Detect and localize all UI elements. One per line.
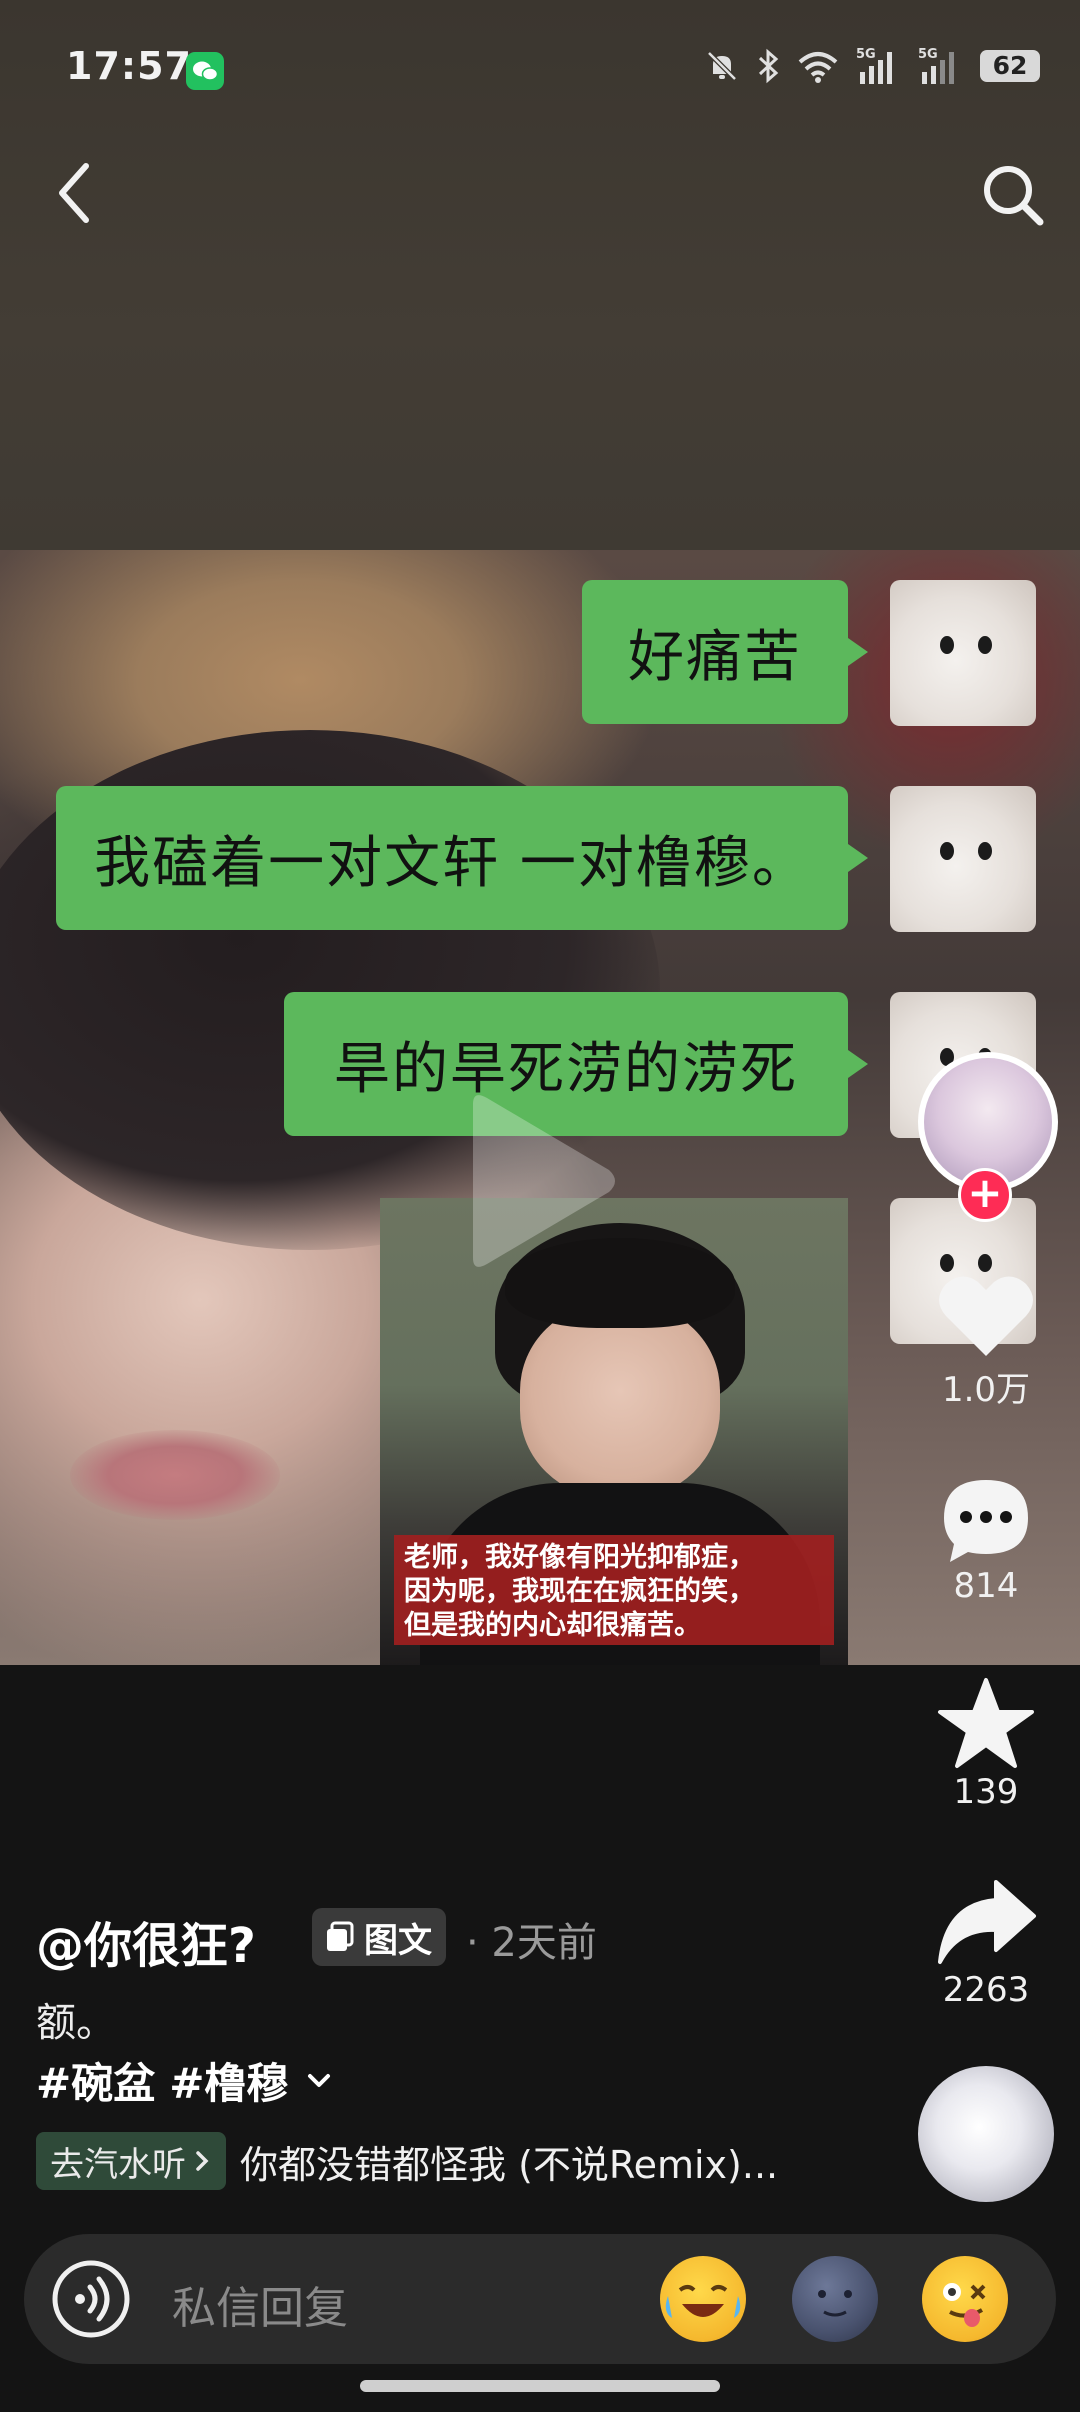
comment-count: 814 — [953, 1566, 1019, 1606]
status-time: 17:57 — [66, 44, 192, 88]
heart-icon — [939, 1276, 1033, 1356]
reply-input[interactable]: 私信回复 — [172, 2272, 348, 2336]
mute-bell-icon — [707, 51, 737, 81]
chat-avatar — [890, 580, 1036, 726]
bluetooth-icon — [758, 48, 779, 84]
author-name[interactable]: @你很狂? — [36, 1906, 256, 1976]
hashtag-link[interactable]: #碗盆 — [36, 2050, 155, 2111]
music-title[interactable]: 你都没错都怪我 (不说Remix)... — [240, 2134, 778, 2189]
5g-signal-icon: 5G — [856, 47, 892, 84]
svg-text:5G: 5G — [856, 47, 876, 62]
favorite-button[interactable]: 139 — [918, 1676, 1054, 1812]
star-icon — [938, 1678, 1034, 1768]
comment-button[interactable]: 814 — [918, 1474, 1054, 1606]
play-icon[interactable] — [461, 1086, 621, 1276]
chat-avatar — [890, 786, 1036, 932]
post-description: 额。 — [36, 2000, 116, 2046]
share-arrow-icon — [938, 1880, 1036, 1964]
home-indicator — [360, 2380, 720, 2392]
follow-button[interactable]: + — [958, 1168, 1012, 1222]
comment-icon — [944, 1480, 1028, 1562]
svg-text:5G: 5G — [918, 47, 938, 62]
voice-input-icon[interactable] — [50, 2258, 132, 2340]
search-icon[interactable] — [978, 160, 1048, 230]
music-row: 去汽水听 你都没错都怪我 (不说Remix)... — [36, 2132, 778, 2190]
5g-signal-icon: 5G — [918, 47, 954, 84]
silly-face-emoji-icon[interactable] — [922, 2256, 1008, 2342]
wechat-icon — [186, 52, 224, 90]
post-type-tag: 图文 — [312, 1908, 446, 1966]
like-button[interactable]: 1.0万 — [918, 1270, 1054, 1411]
background-lips — [70, 1430, 280, 1520]
music-chip-label: 去汽水听 — [50, 2144, 186, 2185]
hashtag-link[interactable]: #橹穆 — [169, 2050, 288, 2111]
chat-bubble: 好痛苦 — [582, 580, 868, 724]
status-bar: 17:57 5G 5G 62 — [0, 0, 1080, 140]
laughing-crying-emoji-icon[interactable] — [660, 2256, 746, 2342]
photo-caption: 老师，我好像有阳光抑郁症， 因为呢，我现在在疯狂的笑， 但是我的内心却很痛苦。 — [394, 1535, 834, 1645]
image-text-icon — [327, 1921, 354, 1951]
listen-on-qishui-button[interactable]: 去汽水听 — [36, 2132, 226, 2190]
music-disc[interactable] — [918, 2066, 1054, 2202]
moon-face-emoji-icon[interactable] — [792, 2256, 878, 2342]
share-button[interactable]: 2263 — [918, 1876, 1054, 2010]
chevron-right-icon — [196, 2151, 209, 2171]
post-time: · 2天前 — [466, 1920, 597, 1966]
chevron-left-icon[interactable] — [52, 158, 96, 228]
wifi-icon — [798, 52, 838, 83]
chevron-down-icon[interactable] — [302, 2064, 336, 2098]
post-type-label: 图文 — [364, 1920, 432, 1961]
status-icons: 5G 5G 62 — [704, 44, 1040, 88]
like-count: 1.0万 — [941, 1370, 1031, 1410]
battery-icon: 62 — [980, 50, 1040, 82]
hashtag-row: #碗盆 #橹穆 — [36, 2050, 336, 2111]
favorite-count: 139 — [953, 1772, 1019, 1812]
share-count: 2263 — [942, 1970, 1030, 2010]
chat-bubble: 我磕着一对文轩 一对橹穆。 — [56, 786, 868, 930]
